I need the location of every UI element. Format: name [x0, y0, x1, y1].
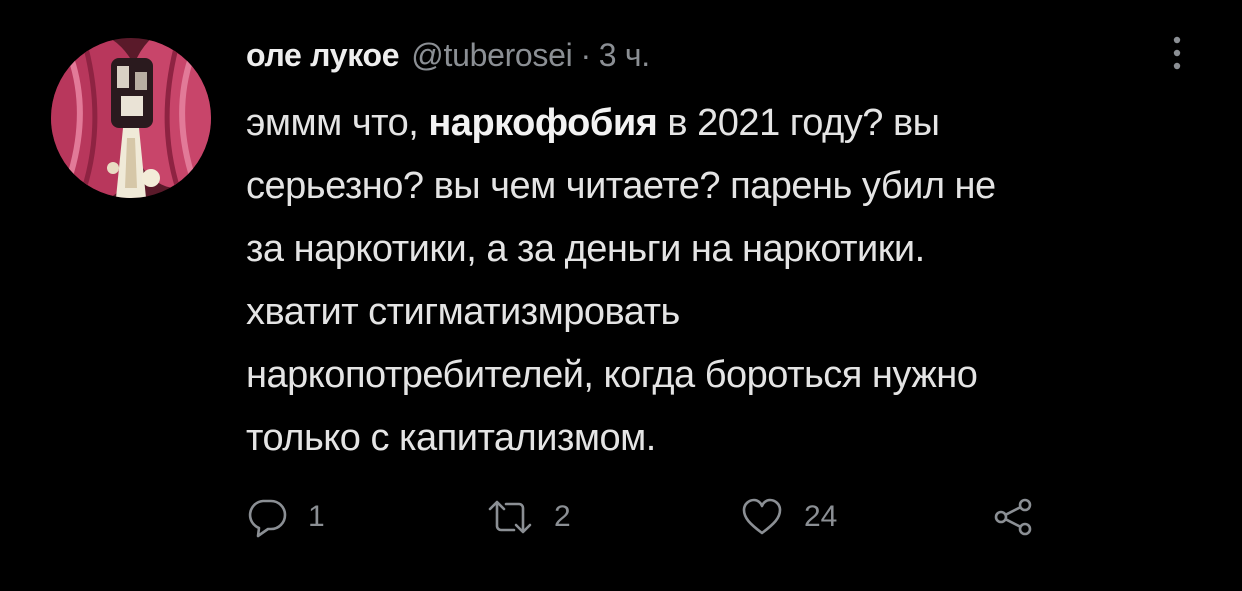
timestamp[interactable]: 3 ч.	[599, 37, 650, 74]
tweet-text-line-1: эммм что, наркофобия в 2021 году? вы	[246, 92, 1206, 155]
separator-dot: ·	[580, 36, 591, 73]
share-nodes-icon	[994, 498, 1032, 536]
author-name[interactable]: оле лукое	[246, 37, 400, 74]
tweet-text: эммм что, наркофобия в 2021 году? вы сер…	[246, 92, 1206, 470]
text-segment: эммм что,	[246, 102, 429, 144]
text-segment: в 2021 году? вы	[657, 102, 940, 144]
like-button[interactable]: 24	[740, 492, 837, 542]
bold-keyword: наркофобия	[428, 102, 658, 144]
share-button[interactable]	[992, 492, 1036, 542]
tweet-actions: 1 2 24	[246, 492, 1066, 542]
avatar-image	[51, 38, 211, 198]
author-handle[interactable]: @tuberosei	[411, 37, 572, 74]
retweet-count: 2	[554, 500, 571, 533]
tweet-text-line-3: за наркотики, а за деньги на наркотики.	[246, 228, 925, 270]
reply-button[interactable]: 1	[246, 492, 325, 542]
heart-icon	[742, 498, 782, 535]
tweet-text-line-6: только с капитализмом.	[246, 417, 656, 459]
reply-count: 1	[308, 500, 325, 533]
speech-bubble-icon	[248, 499, 287, 538]
avatar[interactable]	[51, 38, 211, 198]
like-count: 24	[804, 500, 838, 533]
retweet-button[interactable]: 2	[486, 492, 571, 542]
tweet: оле лукое @tuberosei · 3 ч. эммм что, на…	[0, 0, 1242, 591]
tweet-text-line-4: хватит стигматизмровать	[246, 291, 680, 333]
retweet-arrows-icon	[488, 500, 532, 534]
vertical-dots-icon	[1173, 36, 1181, 70]
tweet-header: оле лукое @tuberosei · 3 ч.	[246, 30, 650, 80]
tweet-text-line-5: наркопотребителей, когда бороться нужно	[246, 354, 978, 396]
more-options-button[interactable]	[1162, 32, 1192, 74]
tweet-text-line-2: серьезно? вы чем читаете? парень убил не	[246, 165, 996, 207]
